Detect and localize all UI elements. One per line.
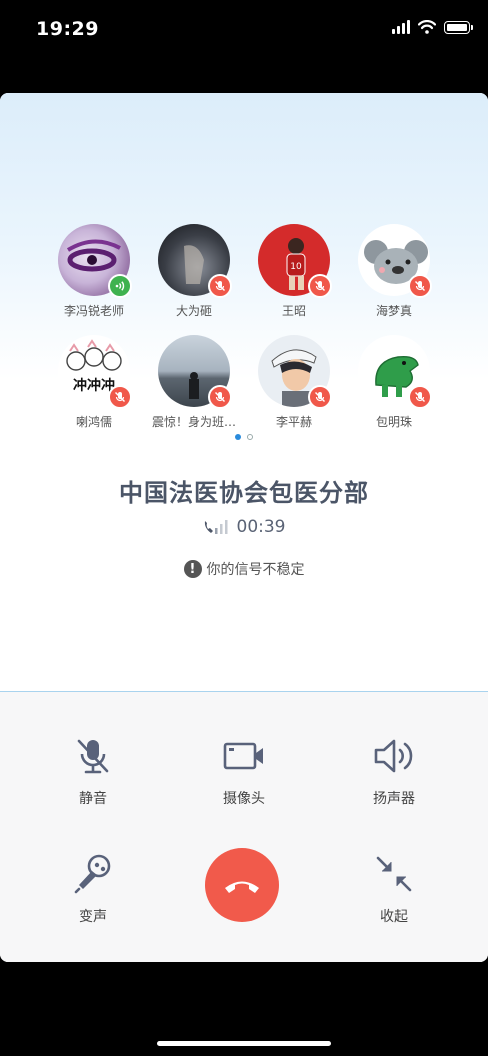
mute-button[interactable]: 静音: [33, 732, 153, 808]
voice-changer-label: 变声: [79, 909, 107, 925]
member-name: 李冯锐老师: [63, 304, 124, 318]
member-item[interactable]: 冲冲冲 喇鸿儒: [46, 335, 142, 430]
mute-label: 静音: [79, 791, 107, 807]
camera-icon: [220, 732, 268, 780]
avatar: [158, 335, 232, 409]
signal-warning: ! 你的信号不稳定: [0, 559, 488, 579]
member-item[interactable]: 震惊！身为班…: [146, 335, 242, 430]
page-dot-active[interactable]: [235, 434, 241, 440]
member-name: 喇鸿儒: [75, 415, 112, 429]
member-name: 王昭: [281, 304, 306, 318]
member-name: 李平赫: [275, 415, 312, 429]
svg-text:10: 10: [290, 262, 302, 272]
muted-mic-icon: [308, 274, 332, 298]
voice-changer-button[interactable]: 变声: [33, 850, 153, 926]
speaker-icon: [370, 732, 418, 780]
member-item[interactable]: 李平赫: [246, 335, 342, 430]
call-duration: 00:39: [236, 517, 286, 537]
member-item[interactable]: 包明珠: [346, 335, 442, 430]
muted-mic-icon: [108, 385, 132, 409]
speaker-label: 扬声器: [373, 791, 415, 807]
camera-label: 摄像头: [223, 791, 265, 807]
page-dot[interactable]: [247, 434, 253, 440]
battery-icon: [444, 20, 473, 34]
call-card: 李冯锐老师 大为砸 10 王昭 海梦真 冲冲冲 喇鸿儒 震惊！身为班… 李平赫 …: [0, 93, 488, 962]
member-name: 震惊！身为班…: [151, 415, 236, 429]
call-controls: 静音 摄像头 扬声器 变声 收起: [0, 692, 488, 962]
home-indicator[interactable]: [157, 1041, 331, 1046]
hang-up-icon: [225, 881, 259, 893]
member-item[interactable]: 海梦真: [346, 224, 442, 319]
wifi-icon: [418, 20, 436, 34]
status-bar: 19:29: [0, 0, 488, 60]
avatar: [358, 224, 432, 298]
warning-icon: !: [183, 560, 202, 578]
member-name: 海梦真: [375, 304, 412, 318]
status-icons: [392, 20, 473, 34]
avatar: [358, 335, 432, 409]
muted-mic-icon: [408, 385, 432, 409]
mic-off-icon: [69, 732, 117, 780]
avatar: 冲冲冲: [58, 335, 132, 409]
cellular-signal-icon: [392, 20, 410, 34]
member-item[interactable]: 10 王昭: [246, 224, 342, 319]
member-name: 大为砸: [175, 304, 212, 318]
camera-button[interactable]: 摄像头: [184, 732, 304, 808]
call-header-area: 李冯锐老师 大为砸 10 王昭 海梦真 冲冲冲 喇鸿儒 震惊！身为班… 李平赫 …: [0, 93, 488, 691]
avatar: [258, 335, 332, 409]
avatar: [158, 224, 232, 298]
member-name: 包明珠: [375, 415, 412, 429]
speaking-icon: [108, 274, 132, 298]
hangup-button[interactable]: [205, 848, 279, 922]
avatar: [58, 224, 132, 298]
muted-mic-icon: [408, 274, 432, 298]
member-item[interactable]: 大为砸: [146, 224, 242, 319]
call-signal-icon: [204, 520, 227, 534]
status-time: 19:29: [36, 18, 99, 40]
voice-changer-icon: [69, 850, 117, 898]
avatar: 10: [258, 224, 332, 298]
muted-mic-icon: [208, 274, 232, 298]
collapse-icon: [370, 850, 418, 898]
speaker-button[interactable]: 扬声器: [334, 732, 454, 808]
page-indicator[interactable]: [0, 434, 488, 440]
call-timer: 00:39: [0, 517, 488, 537]
muted-mic-icon: [208, 385, 232, 409]
minimize-label: 收起: [380, 909, 408, 925]
minimize-button[interactable]: 收起: [334, 850, 454, 926]
member-item[interactable]: 李冯锐老师: [46, 224, 142, 319]
group-name: 中国法医协会包医分部: [119, 479, 369, 507]
signal-warning-text: 你的信号不稳定: [206, 562, 305, 578]
muted-mic-icon: [308, 385, 332, 409]
